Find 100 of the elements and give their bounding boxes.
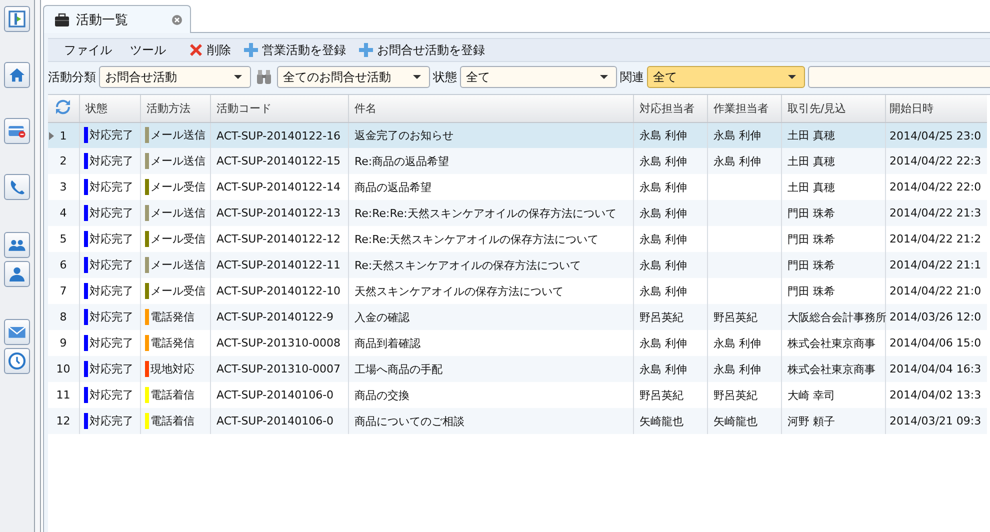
add-button[interactable]: 営業活動を登録 xyxy=(241,42,348,58)
table-cell: 2014/04/04 16:3 xyxy=(890,362,982,376)
table-cell: Re:Re:天然スキンケアオイルの保存方法について xyxy=(354,232,599,246)
table-cell: 土田 真穂 xyxy=(788,180,835,194)
status-text: 対応完了 xyxy=(90,336,134,350)
status-text: 対応完了 xyxy=(90,362,134,376)
column-header[interactable]: 状態 xyxy=(79,95,140,122)
table-cell: 株式会社東京商事 xyxy=(788,336,876,350)
table-cell: 永島 利伸 xyxy=(714,362,761,376)
column-header[interactable]: 活動方法 xyxy=(140,95,210,122)
dropdown[interactable]: 全て xyxy=(647,66,805,88)
status-text: 対応完了 xyxy=(90,310,134,324)
binoculars-icon[interactable] xyxy=(255,68,273,86)
search-field[interactable] xyxy=(808,66,990,88)
exit-button[interactable] xyxy=(4,6,30,32)
table-row[interactable]: 5 対応完了 メール受信 ACT-SUP-20140122-12 Re:Re:天然スキンケアオイルの保存方法について 永島 利伸 門田 珠希 2014/04/22 21:2 xyxy=(48,226,987,252)
table-row[interactable]: 11 対応完了 電話着信 ACT-SUP-20140106-0 商品の交換 野呂英紀 野呂英紀 大崎 幸司 2014/04/02 13:3 xyxy=(48,382,987,408)
column-header[interactable]: 対応担当者 xyxy=(633,95,707,122)
table-cell: 2014/03/21 09:3 xyxy=(890,414,982,428)
delete-button[interactable]: 削除 xyxy=(186,42,233,58)
table-cell: 商品の交換 xyxy=(354,388,410,402)
exit-icon xyxy=(7,9,27,29)
clock-icon xyxy=(7,351,27,371)
menu-item[interactable]: ツール xyxy=(128,42,178,58)
card-button[interactable] xyxy=(4,118,30,144)
mail-button[interactable] xyxy=(4,319,30,345)
table-row[interactable]: 9 対応完了 電話発信 ACT-SUP-201310-0008 商品到着確認 永島 利伸 永島 利伸 株式会社東京商事 2014/04/06 15:0 xyxy=(48,330,987,356)
table-row[interactable]: 3 対応完了 メール受信 ACT-SUP-20140122-14 商品の返品希望 永島 利伸 土田 真穂 2014/04/22 22:0 xyxy=(48,174,987,200)
menu-item[interactable]: ファイル xyxy=(62,42,124,58)
table-cell: 2014/04/22 22:0 xyxy=(890,180,982,194)
table-cell: 2014/04/22 21:2 xyxy=(890,232,982,246)
status-text: 対応完了 xyxy=(90,258,134,272)
row-number: 5 xyxy=(60,232,67,246)
table-cell: 商品到着確認 xyxy=(354,336,420,350)
table-row[interactable]: 7 対応完了 メール受信 ACT-SUP-20140122-10 天然スキンケアオイルの保存方法について 永島 利伸 門田 珠希 2014/04/22 21:0 xyxy=(48,278,987,304)
status-text: 対応完了 xyxy=(90,414,134,428)
table-cell: 門田 珠希 xyxy=(788,206,835,220)
table-cell: 大崎 幸司 xyxy=(788,388,835,402)
table-cell: 野呂英紀 xyxy=(714,310,758,324)
status-text: 対応完了 xyxy=(90,154,134,168)
table-cell: 永島 利伸 xyxy=(640,128,687,142)
row-pointer-icon xyxy=(49,132,54,140)
method-text: 現地対応 xyxy=(150,362,194,376)
dropdown[interactable]: お問合せ活動 xyxy=(99,66,251,88)
column-header[interactable]: 作業担当者 xyxy=(707,95,781,122)
dropdown[interactable]: 全て xyxy=(460,66,617,88)
row-number: 9 xyxy=(60,336,67,350)
table-cell: 永島 利伸 xyxy=(640,154,687,168)
filter-label: 状態 xyxy=(433,68,457,86)
filter-label: 活動分類 xyxy=(48,68,96,86)
table-cell: 永島 利伸 xyxy=(640,180,687,194)
method-text: 電話着信 xyxy=(150,388,194,402)
phone-button[interactable] xyxy=(4,174,30,200)
table-row[interactable]: 12 対応完了 電話着信 ACT-SUP-20140106-0 商品についてのご相談 矢崎龍也 矢崎龍也 河野 頼子 2014/03/21 09:3 xyxy=(48,408,987,434)
table-row[interactable]: 4 対応完了 メール送信 ACT-SUP-20140122-13 Re:Re:Re:天然スキンケアオイルの保存方法について 永島 利伸 門田 珠希 2014/04/22 21:3 xyxy=(48,200,987,226)
table-cell: 永島 利伸 xyxy=(640,362,687,376)
close-icon[interactable] xyxy=(172,14,182,24)
table-cell: 商品についてのご相談 xyxy=(354,414,464,428)
row-number: 12 xyxy=(56,414,70,428)
table-cell: 永島 利伸 xyxy=(640,206,687,220)
table-row[interactable]: 2 対応完了 メール送信 ACT-SUP-20140122-15 Re:商品の返品希望 永島 利伸 永島 利伸 土田 真穂 2014/04/22 22:3 xyxy=(48,148,987,174)
home-button[interactable] xyxy=(4,62,30,88)
person-button[interactable] xyxy=(4,261,30,287)
clock-button[interactable] xyxy=(4,348,30,374)
table-cell: 門田 珠希 xyxy=(788,284,835,298)
method-text: メール送信 xyxy=(150,206,206,220)
table-cell: ACT-SUP-20140122-15 xyxy=(216,154,341,168)
plus-icon xyxy=(243,42,259,58)
table-cell: ACT-SUP-20140106-0 xyxy=(216,414,334,428)
table-cell: 矢崎龍也 xyxy=(640,414,684,428)
column-header[interactable]: 活動コード xyxy=(210,95,348,122)
table-cell: 永島 利伸 xyxy=(714,154,761,168)
refresh-icon[interactable] xyxy=(55,98,72,115)
method-text: メール受信 xyxy=(150,284,206,298)
table-row[interactable]: 1 対応完了 メール送信 ACT-SUP-20140122-16 返金完了のお知らせ 永島 利伸 永島 利伸 土田 真穂 2014/04/25 23:0 xyxy=(48,122,987,148)
column-header[interactable]: 取引先/見込 xyxy=(781,95,885,122)
table-cell: Re:Re:Re:天然スキンケアオイルの保存方法について xyxy=(354,206,616,220)
table-cell: Re:天然スキンケアオイルの保存方法について xyxy=(354,258,582,272)
method-text: メール受信 xyxy=(150,180,206,194)
table-cell: ACT-SUP-20140122-16 xyxy=(216,128,341,142)
table-row[interactable]: 8 対応完了 電話発信 ACT-SUP-20140122-9 入金の確認 野呂英紀 野呂英紀 大阪総合会計事務所 2014/03/26 12:0 xyxy=(48,304,987,330)
dropdown[interactable]: 全てのお問合せ活動 xyxy=(277,66,430,88)
row-number: 2 xyxy=(60,154,67,168)
table-cell: 2014/04/06 15:0 xyxy=(890,336,982,350)
table-row[interactable]: 10 対応完了 現地対応 ACT-SUP-201310-0007 工場へ商品の手配 永島 利伸 永島 利伸 株式会社東京商事 2014/04/04 16:3 xyxy=(48,356,987,382)
column-header[interactable]: 件名 xyxy=(348,95,633,122)
header-cell[interactable] xyxy=(48,95,79,122)
table-cell: 河野 頼子 xyxy=(788,414,835,428)
tab[interactable]: 活動一覧 xyxy=(43,5,191,33)
group-button[interactable] xyxy=(4,232,30,258)
table-cell: ACT-SUP-20140122-10 xyxy=(216,284,341,298)
table-row[interactable]: 6 対応完了 メール送信 ACT-SUP-20140122-11 Re:天然スキンケアオイルの保存方法について 永島 利伸 門田 珠希 2014/04/22 21:1 xyxy=(48,252,987,278)
add-button[interactable]: お問合せ活動を登録 xyxy=(356,42,487,58)
method-text: メール送信 xyxy=(150,258,206,272)
status-text: 対応完了 xyxy=(90,128,134,142)
table-cell: ACT-SUP-20140122-12 xyxy=(216,232,341,246)
table-cell: ACT-SUP-20140122-13 xyxy=(216,206,341,220)
column-header[interactable]: 開始日時 xyxy=(885,95,987,122)
row-number: 11 xyxy=(56,388,70,402)
table-cell: 永島 利伸 xyxy=(640,336,687,350)
